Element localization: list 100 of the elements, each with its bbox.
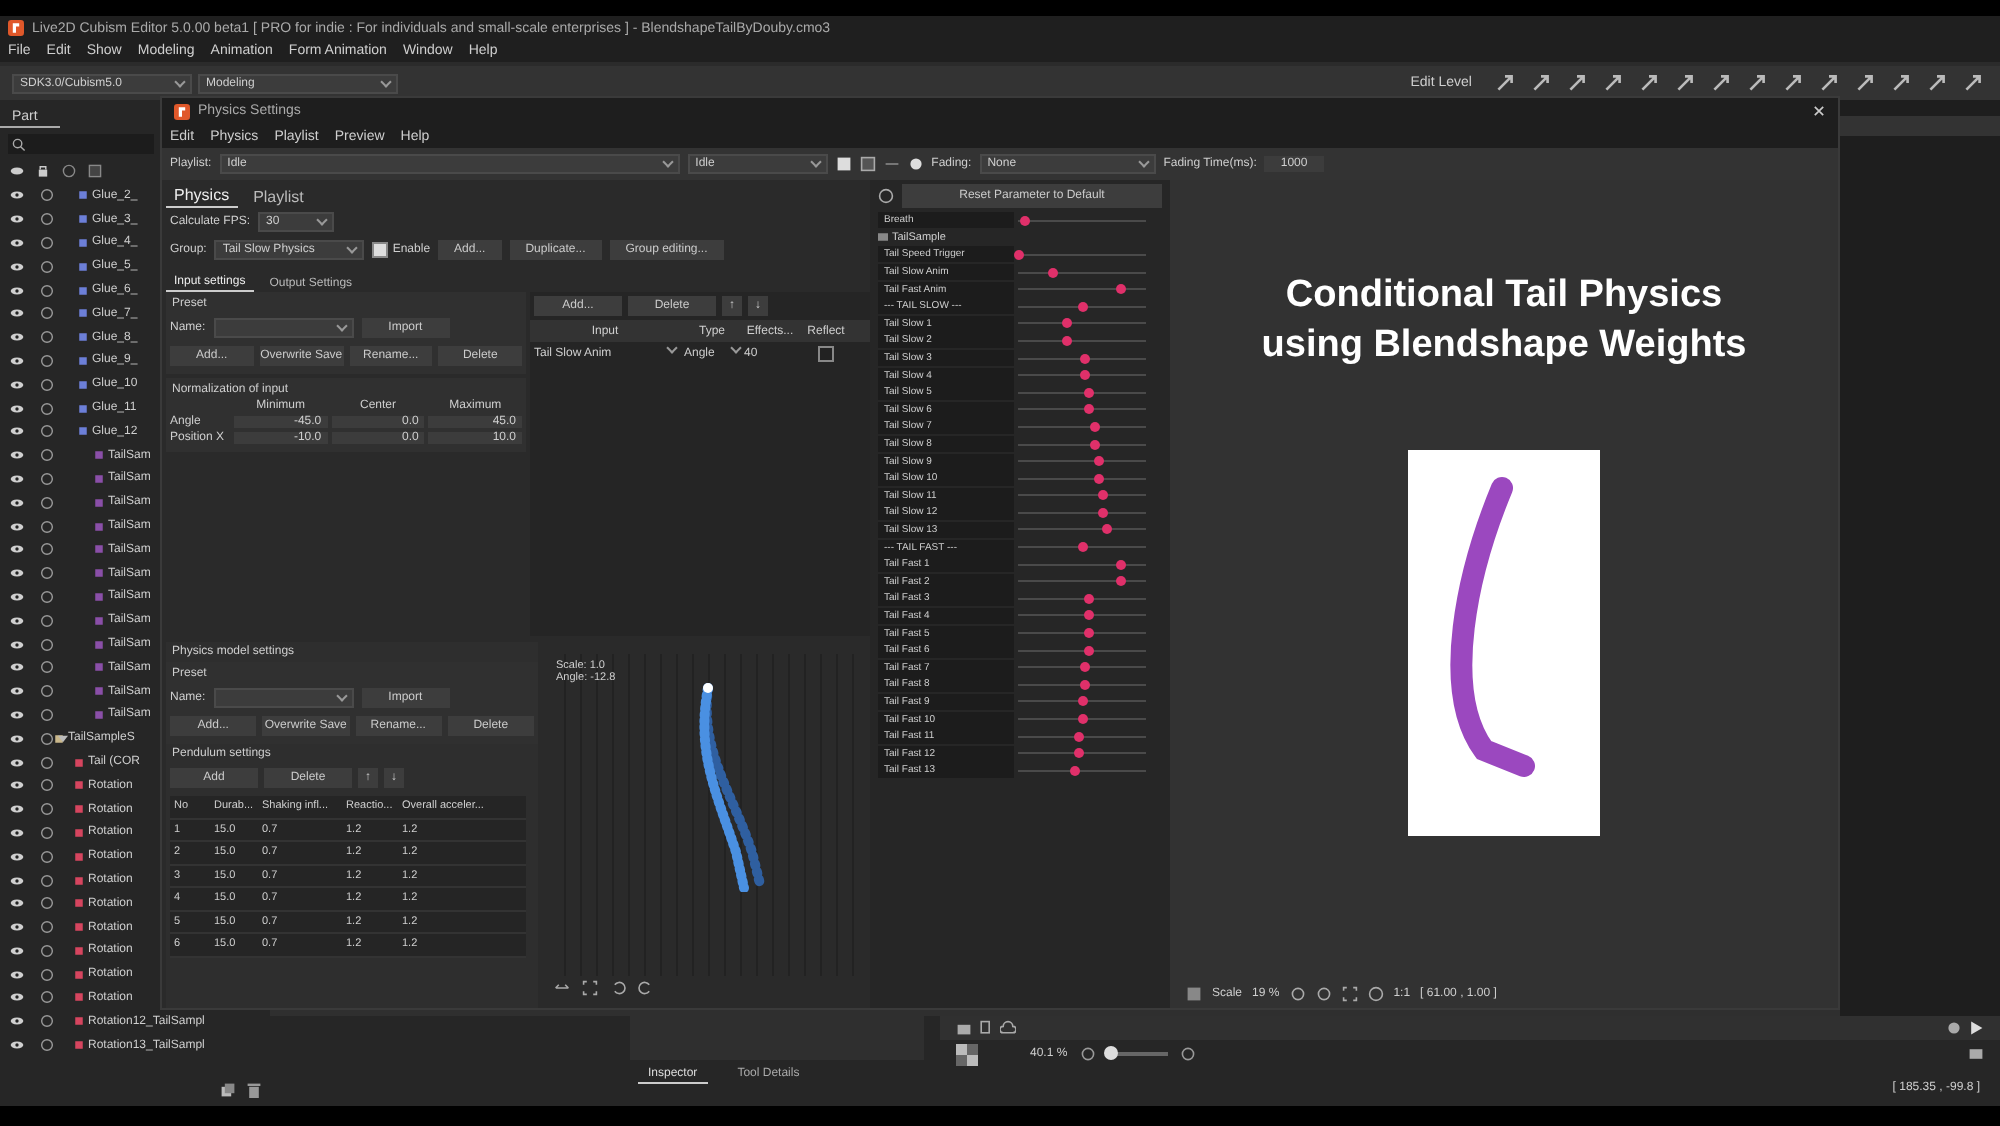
target-icon[interactable] <box>1367 986 1384 1002</box>
circle-icon[interactable] <box>40 589 54 604</box>
eye-icon[interactable] <box>10 568 24 579</box>
circle-icon[interactable] <box>40 424 54 439</box>
slider-handle[interactable] <box>1093 473 1104 484</box>
slider-handle[interactable] <box>1048 267 1059 278</box>
tab[interactable]: Playlist <box>245 186 312 208</box>
gear-icon[interactable] <box>1946 1020 1962 1036</box>
circle-icon[interactable] <box>40 637 54 652</box>
circle-icon[interactable] <box>40 283 54 298</box>
eye-icon[interactable] <box>10 922 24 933</box>
eye-icon[interactable] <box>10 992 24 1003</box>
zoom-out-icon[interactable] <box>1079 1046 1096 1062</box>
circle-icon[interactable] <box>40 778 54 793</box>
eye-icon[interactable] <box>10 473 24 484</box>
circle-icon[interactable] <box>40 660 54 675</box>
circle-icon[interactable] <box>40 920 54 935</box>
circle-icon[interactable] <box>40 731 54 746</box>
eye-icon[interactable] <box>10 237 24 248</box>
eye-icon[interactable] <box>10 875 24 885</box>
eye-icon[interactable] <box>10 898 24 909</box>
slider-handle[interactable] <box>1089 421 1100 432</box>
tool-icon[interactable] <box>1854 72 1876 94</box>
layout-icon[interactable] <box>1968 1046 1984 1062</box>
circle-icon[interactable] <box>878 188 894 204</box>
circle-icon[interactable] <box>40 471 54 486</box>
eye-icon[interactable] <box>10 733 24 744</box>
close-icon[interactable] <box>1812 104 1826 118</box>
eye-icon[interactable] <box>10 662 24 673</box>
eye-icon[interactable] <box>10 379 24 390</box>
slider-handle[interactable] <box>1080 353 1091 364</box>
eye-icon[interactable] <box>10 1040 24 1051</box>
eye-icon[interactable] <box>10 426 24 437</box>
slider-handle[interactable] <box>1013 249 1023 260</box>
copy-icon[interactable] <box>220 1082 236 1098</box>
tool-icon[interactable] <box>1962 72 1984 94</box>
expand-caret-icon[interactable] <box>58 733 68 744</box>
eye-icon[interactable] <box>10 851 24 862</box>
circle-icon[interactable] <box>62 163 76 177</box>
circle-icon[interactable] <box>40 1038 54 1053</box>
circle-icon[interactable] <box>40 943 54 958</box>
eye-icon[interactable] <box>10 308 24 319</box>
eye-icon[interactable] <box>10 261 24 272</box>
circle-icon[interactable] <box>40 495 54 510</box>
fit-icon[interactable] <box>1341 986 1358 1002</box>
slider-handle[interactable] <box>1079 679 1090 690</box>
eye-icon[interactable] <box>10 190 24 201</box>
eye-icon[interactable] <box>10 615 24 626</box>
slider-handle[interactable] <box>1093 456 1104 467</box>
rotate-right-icon[interactable] <box>638 980 654 996</box>
slider-handle[interactable] <box>1115 284 1126 295</box>
circle-icon[interactable] <box>40 306 54 321</box>
eye-icon[interactable] <box>10 544 24 555</box>
slider-handle[interactable] <box>1101 524 1112 535</box>
circle-icon[interactable] <box>40 873 54 887</box>
eye-icon[interactable] <box>10 214 24 225</box>
tool-icon[interactable] <box>1746 72 1768 94</box>
eye-icon[interactable] <box>10 355 24 366</box>
zoom-in-icon[interactable] <box>1179 1046 1196 1062</box>
eye-icon[interactable] <box>10 163 24 177</box>
tool-icon[interactable] <box>1710 72 1732 94</box>
slider-handle[interactable] <box>1084 387 1095 398</box>
slider-handle[interactable] <box>1084 628 1095 639</box>
circle-icon[interactable] <box>40 235 54 250</box>
zoom-slider-thumb[interactable] <box>1104 1046 1119 1060</box>
circle-icon[interactable] <box>40 566 54 581</box>
eye-icon[interactable] <box>10 639 24 650</box>
trash-icon[interactable] <box>246 1082 262 1098</box>
slider-handle[interactable] <box>1084 593 1095 604</box>
tool-icon[interactable] <box>1494 72 1516 94</box>
circle-icon[interactable] <box>40 613 54 628</box>
tool-icon[interactable] <box>1818 72 1840 94</box>
play-icon[interactable] <box>1968 1020 1984 1036</box>
slider-handle[interactable] <box>1061 318 1072 329</box>
tool-icon[interactable] <box>1602 72 1624 94</box>
eye-icon[interactable] <box>10 945 24 956</box>
record-icon[interactable] <box>907 156 924 172</box>
tool-icon[interactable] <box>1674 72 1696 94</box>
circle-icon[interactable] <box>40 519 54 534</box>
tool-icon[interactable] <box>1566 72 1588 94</box>
eye-icon[interactable] <box>10 285 24 296</box>
frame-icon[interactable] <box>859 156 876 172</box>
zoom-in-icon[interactable] <box>1315 986 1332 1002</box>
circle-icon[interactable] <box>40 542 54 557</box>
eye-icon[interactable] <box>10 521 24 532</box>
slider-handle[interactable] <box>1097 507 1108 518</box>
circle-icon[interactable] <box>40 967 54 982</box>
eye-icon[interactable] <box>10 403 24 414</box>
circle-icon[interactable] <box>40 353 54 368</box>
circle-icon[interactable] <box>40 825 54 840</box>
circle-icon[interactable] <box>40 1014 54 1029</box>
eye-icon[interactable] <box>10 780 24 791</box>
tool-icon[interactable] <box>1638 72 1660 94</box>
lock-icon[interactable] <box>36 163 50 177</box>
slider-handle[interactable] <box>1073 731 1084 742</box>
circle-icon[interactable] <box>40 448 54 463</box>
slider-handle[interactable] <box>1077 301 1087 312</box>
slider-handle[interactable] <box>1080 662 1091 673</box>
slider-handle[interactable] <box>1084 610 1095 621</box>
slider-handle[interactable] <box>1115 559 1126 570</box>
